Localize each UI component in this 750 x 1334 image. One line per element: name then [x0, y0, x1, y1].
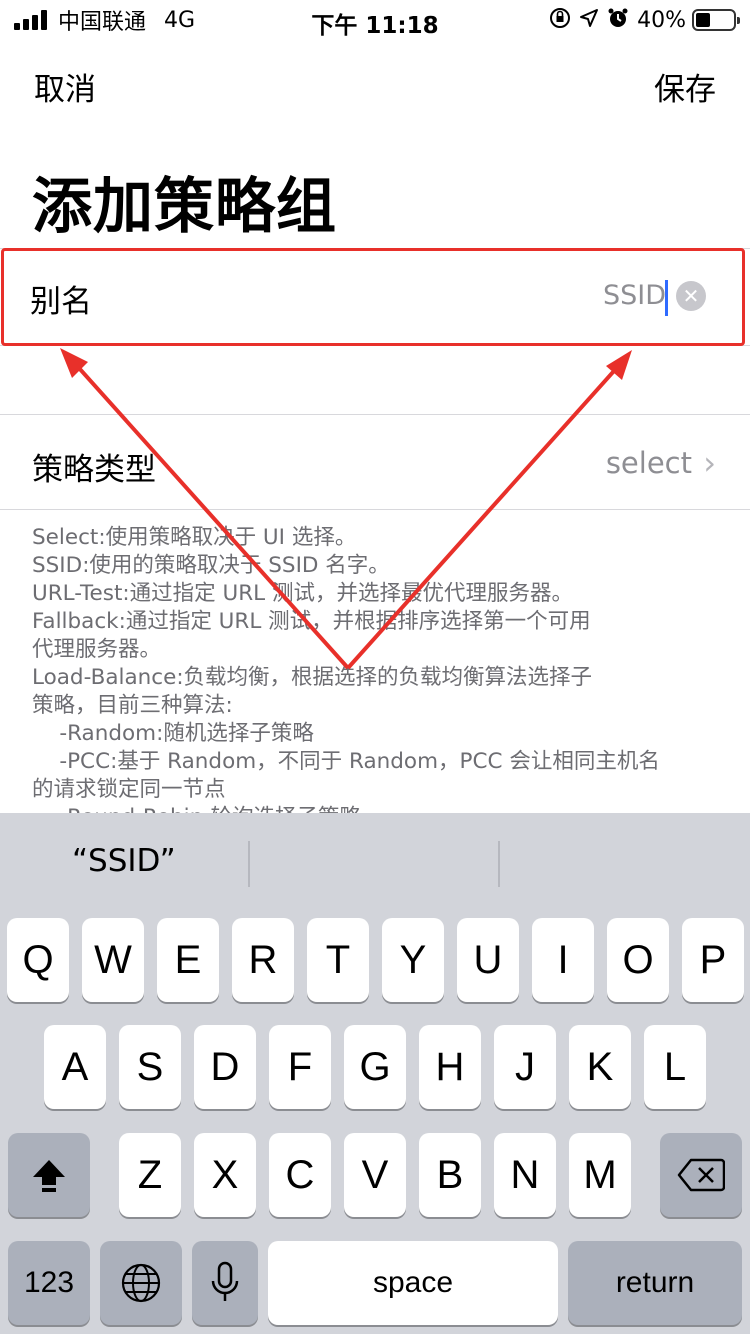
key-d[interactable]: D: [194, 1025, 256, 1109]
key-u[interactable]: U: [457, 918, 519, 1002]
key-x[interactable]: X: [194, 1133, 256, 1217]
key-h[interactable]: H: [419, 1025, 481, 1109]
globe-icon[interactable]: [100, 1241, 182, 1325]
key-r[interactable]: R: [232, 918, 294, 1002]
key-v[interactable]: V: [344, 1133, 406, 1217]
key-q[interactable]: Q: [7, 918, 69, 1002]
key-j[interactable]: J: [494, 1025, 556, 1109]
key-a[interactable]: A: [44, 1025, 106, 1109]
key-b[interactable]: B: [419, 1133, 481, 1217]
key-g[interactable]: G: [344, 1025, 406, 1109]
arrow-right: [346, 350, 632, 670]
backspace-key[interactable]: [660, 1133, 742, 1217]
key-n[interactable]: N: [494, 1133, 556, 1217]
shift-key[interactable]: [8, 1133, 90, 1217]
arrow-left: [60, 348, 350, 670]
suggestion-bar: “SSID”: [0, 813, 750, 913]
key-l[interactable]: L: [644, 1025, 706, 1109]
key-c[interactable]: C: [269, 1133, 331, 1217]
key-o[interactable]: O: [607, 918, 669, 1002]
key-s[interactable]: S: [119, 1025, 181, 1109]
microphone-icon[interactable]: [192, 1241, 258, 1325]
key-t[interactable]: T: [307, 918, 369, 1002]
space-key[interactable]: space: [268, 1241, 558, 1325]
suggestion-divider: [498, 841, 500, 887]
key-e[interactable]: E: [157, 918, 219, 1002]
key-p[interactable]: P: [682, 918, 744, 1002]
key-z[interactable]: Z: [119, 1133, 181, 1217]
suggestion-divider: [248, 841, 250, 887]
key-m[interactable]: M: [569, 1133, 631, 1217]
key-y[interactable]: Y: [382, 918, 444, 1002]
key-f[interactable]: F: [269, 1025, 331, 1109]
return-key[interactable]: return: [568, 1241, 742, 1325]
key-w[interactable]: W: [82, 918, 144, 1002]
numbers-key[interactable]: 123: [8, 1241, 90, 1325]
suggestion-item[interactable]: “SSID”: [72, 843, 176, 879]
keyboard: “SSID” QWERTYUIOP ASDFGHJKL ZXCVBNM 123 …: [0, 813, 750, 1334]
key-k[interactable]: K: [569, 1025, 631, 1109]
key-i[interactable]: I: [532, 918, 594, 1002]
